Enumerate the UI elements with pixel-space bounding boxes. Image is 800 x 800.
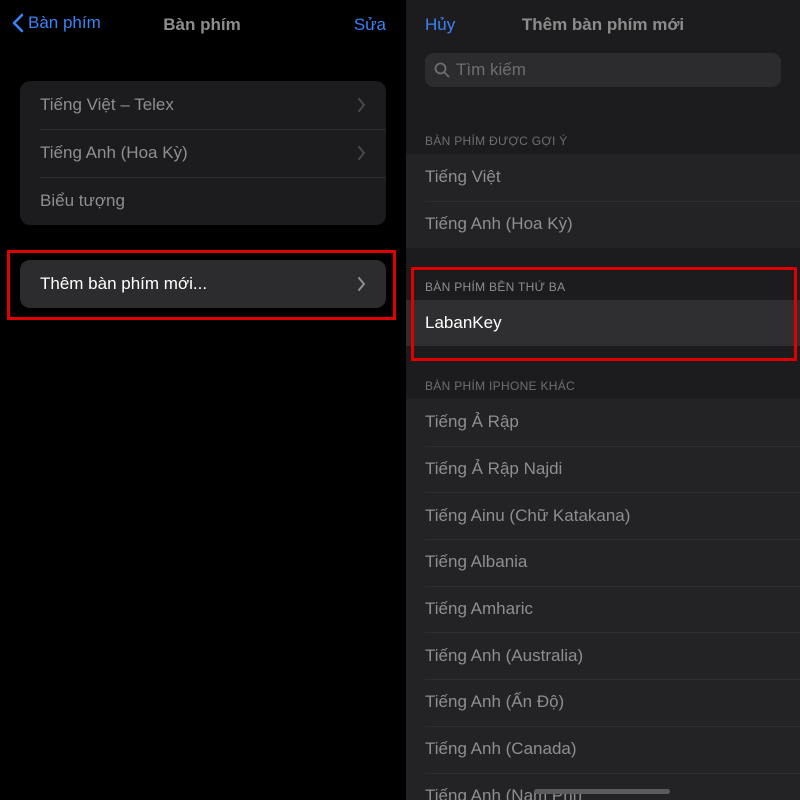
- list-item[interactable]: Tiếng Anh (Canada): [406, 725, 800, 773]
- chevron-right-icon: [358, 98, 365, 112]
- other-keyboard-list: Tiếng Ả Rập Tiếng Ả Rập Najdi Tiếng Ainu…: [406, 399, 800, 800]
- highlight-box-third-party: [411, 267, 797, 361]
- list-item[interactable]: Tiếng Ả Rập Najdi: [406, 445, 800, 493]
- navigation-bar: Bàn phím Bàn phím Sửa: [0, 0, 404, 52]
- highlight-box-add-keyboard: [7, 250, 396, 320]
- list-item[interactable]: Tiếng Ainu (Chữ Katakana): [406, 492, 800, 539]
- section-header-other-iphone: BÀN PHÍM IPHONE KHÁC: [425, 379, 576, 393]
- page-title: Bàn phím: [163, 15, 241, 34]
- keyboards-settings-panel: Bàn phím Bàn phím Sửa Tiếng Việt – Telex…: [0, 0, 404, 800]
- keyboard-item-label: Tiếng Anh (Hoa Kỳ): [40, 143, 188, 162]
- sheet-title: Thêm bàn phím mới: [521, 15, 685, 34]
- keyboard-item-english-us[interactable]: Tiếng Anh (Hoa Kỳ): [20, 129, 386, 177]
- home-indicator[interactable]: [534, 789, 670, 794]
- keyboard-item-label: Tiếng Việt – Telex: [40, 95, 174, 114]
- search-placeholder: Tìm kiếm: [456, 60, 526, 79]
- keyboard-item-emoji[interactable]: Biểu tượng: [20, 177, 386, 225]
- list-item[interactable]: Tiếng Việt: [406, 154, 800, 201]
- list-item[interactable]: Tiếng Ả Rập: [406, 399, 800, 446]
- edit-button[interactable]: Sửa: [354, 15, 386, 35]
- section-header-suggested: BÀN PHÍM ĐƯỢC GỢI Ý: [425, 134, 568, 148]
- list-item[interactable]: Tiếng Amharic: [406, 585, 800, 633]
- keyboard-list: Tiếng Việt – Telex Tiếng Anh (Hoa Kỳ) Bi…: [20, 81, 386, 225]
- search-icon: [434, 62, 450, 78]
- list-item[interactable]: Tiếng Anh (Australia): [406, 632, 800, 679]
- chevron-right-icon: [358, 146, 365, 160]
- list-item[interactable]: Tiếng Anh (Nam Phi): [406, 772, 800, 800]
- list-item[interactable]: Tiếng Albania: [406, 539, 800, 586]
- sheet-navigation-bar: Hủy Thêm bàn phím mới: [406, 0, 800, 50]
- add-keyboard-sheet: Hủy Thêm bàn phím mới Tìm kiếm BÀN PHÍM …: [406, 0, 800, 800]
- keyboard-item-label: Biểu tượng: [40, 191, 125, 210]
- list-item[interactable]: Tiếng Anh (Hoa Kỳ): [406, 200, 800, 248]
- keyboard-item-vietnamese-telex[interactable]: Tiếng Việt – Telex: [20, 81, 386, 129]
- suggested-keyboard-list: Tiếng Việt Tiếng Anh (Hoa Kỳ): [406, 154, 800, 248]
- list-item[interactable]: Tiếng Anh (Ấn Độ): [406, 679, 800, 726]
- search-field[interactable]: Tìm kiếm: [425, 53, 781, 87]
